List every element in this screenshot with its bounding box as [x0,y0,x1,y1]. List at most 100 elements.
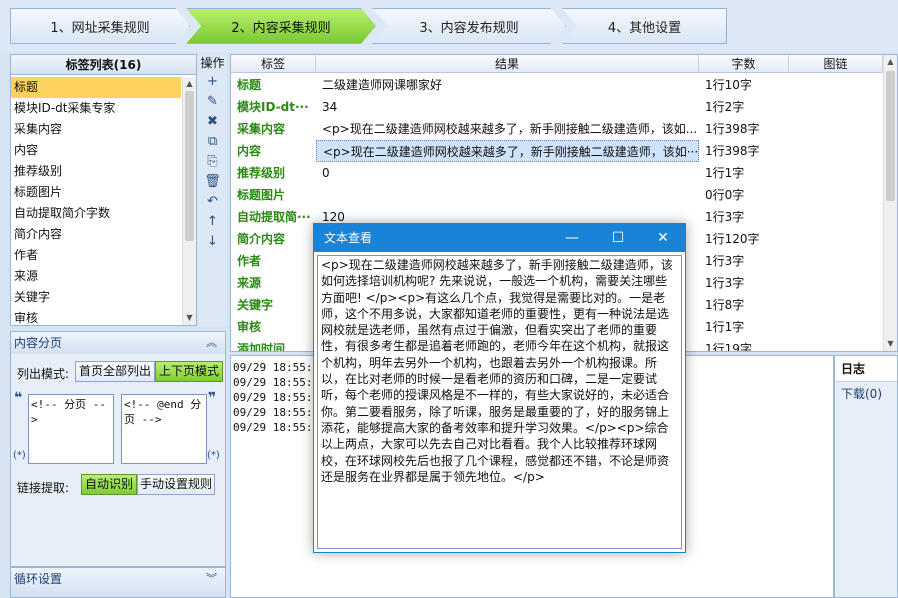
undo-icon[interactable]: ↶ [198,192,227,212]
cell-result[interactable]: 34 [316,96,699,118]
tag-item[interactable]: 来源 [11,266,181,287]
cell-count: 1行398字 [705,122,760,136]
text-content-area[interactable]: <p>现在二级建造师网校越来越多了，新手刚接触二级建造师，该如何选择培训机构呢?… [317,255,682,549]
edit-icon[interactable]: ✎ [198,92,227,112]
cell-result[interactable]: <p>现在二级建造师网校越来越多了，新手刚接触二级建造师，该如··· [316,140,699,162]
tag-item[interactable]: 自动提取简介字数 [11,203,181,224]
move-up-icon[interactable]: ↑ [198,212,227,232]
cell-result[interactable]: <p>现在二级建造师网校越来越多了，新手刚接触二级建造师，该如... [316,118,699,140]
copy-icon[interactable]: ⧉ [198,132,227,152]
tab-content-rule[interactable]: 2、内容采集规则 [186,8,376,44]
tag-item[interactable]: 采集内容 [11,119,181,140]
col-result-header[interactable]: 结果 [316,55,699,73]
tag-item[interactable]: 作者 [11,245,181,266]
scroll-up-icon[interactable]: ▲ [884,55,897,69]
trash-icon[interactable]: 🗑 [198,172,227,192]
download-count[interactable]: 下载(0) [835,382,897,406]
close-icon[interactable]: ✕ [640,224,686,252]
cell-count: 0行0字 [705,188,745,202]
table-row[interactable]: 采集内容 <p>现在二级建造师网校越来越多了，新手刚接触二级建造师，该如... 1行… [231,118,883,140]
table-row[interactable]: 推荐级别 0 1行1字 [231,162,883,184]
cell-count: 1行3字 [705,276,745,290]
scroll-down-icon[interactable]: ▼ [884,337,897,351]
diary-panel: 日志 下载(0) [834,355,898,598]
minimize-icon[interactable]: — [549,224,595,252]
delete-icon[interactable]: ✖ [198,112,227,132]
start-quote-icon: ❝ [14,390,23,406]
mode-prev-next-button[interactable]: 上下页模式 [155,361,223,382]
link-extract-label: 链接提取: [17,481,70,495]
cell-label: 推荐级别 [237,166,286,180]
cell-count: 1行2字 [705,100,745,114]
step-tabs: 1、网址采集规则 2、内容采集规则 3、内容发布规则 4、其他设置 [0,0,898,52]
scroll-up-icon[interactable]: ▲ [183,77,196,91]
scroll-thumb[interactable] [886,71,895,201]
diary-title: 日志 [835,356,897,382]
pagination-title[interactable]: 内容分页 ︽ [11,332,225,354]
operation-title: 操作 [200,56,225,70]
cell-count: 1行19字 [705,342,752,352]
loop-settings-title[interactable]: 循环设置 ︾ [11,568,225,590]
tag-item[interactable]: 审核 [11,308,181,329]
tab-other-settings[interactable]: 4、其他设置 [562,8,727,44]
tag-item[interactable]: 模块ID-dt采集专家 [11,98,181,119]
tag-item[interactable]: 简介内容 [11,224,181,245]
tag-list-title: 标签列表(16) [11,55,196,75]
scroll-thumb[interactable] [185,91,194,241]
loop-settings-panel[interactable]: 循环设置 ︾ [10,567,226,598]
table-row[interactable]: 模块ID-dt··· 34 1行2字 [231,96,883,118]
col-count-header[interactable]: 字数 [699,55,789,73]
tag-item[interactable]: 推荐级别 [11,161,181,182]
auto-detect-button[interactable]: 自动识别 [81,474,137,495]
cell-label: 添加时间 [237,342,286,352]
cell-count: 1行1字 [705,166,745,180]
cell-label: 采集内容 [237,122,286,136]
cell-label: 模块ID-dt··· [237,100,309,114]
end-marker-input[interactable]: <!-- @end 分页 --> [121,394,207,464]
cell-count: 1行1字 [705,320,745,334]
pagination-panel: 内容分页 ︽ 列出模式: 首页全部列出 上下页模式 ❝ <!-- 分页 --> … [10,331,226,567]
cell-label: 标题 [237,78,262,92]
text-viewer-dialog: 文本查看 — ☐ ✕ <p>现在二级建造师网校越来越多了，新手刚接触二级建造师，… [313,223,686,553]
wildcard-icon[interactable]: (*) [13,450,26,461]
cell-label: 作者 [237,254,262,268]
operation-toolbar: 操作 + ✎ ✖ ⧉ ⎘ 🗑 ↶ ↑ ↓ [198,54,227,326]
maximize-icon[interactable]: ☐ [595,224,641,252]
start-marker-input[interactable]: <!-- 分页 --> [28,394,114,464]
expand-icon[interactable]: ︾ [206,568,217,590]
wildcard-icon[interactable]: (*) [207,450,220,461]
tag-list-panel: 标签列表(16) 标题 模块ID-dt采集专家 采集内容 内容 推荐级别 标题图… [10,54,197,326]
cell-result[interactable]: 二级建造师网课哪家好 [316,74,699,96]
cell-count: 1行120字 [705,232,760,246]
col-label-header[interactable]: 标签 [231,55,316,73]
list-mode-label: 列出模式: [17,367,70,381]
tag-list-scrollbar[interactable]: ▲ ▼ [182,77,196,325]
cell-label: 关键字 [237,298,274,312]
tag-item[interactable]: 标题 [11,77,181,98]
mode-all-button[interactable]: 首页全部列出 [75,361,155,382]
manual-rule-button[interactable]: 手动设置规则 [137,474,215,495]
table-header: 标签 结果 字数 图链 [231,55,883,73]
tab-publish-rule[interactable]: 3、内容发布规则 [372,8,566,44]
move-down-icon[interactable]: ↓ [198,232,227,252]
cell-label: 标题图片 [237,188,286,202]
scroll-down-icon[interactable]: ▼ [183,311,196,325]
tag-item[interactable]: 关键字 [11,287,181,308]
col-imglink-header[interactable]: 图链 [789,55,883,73]
dialog-titlebar[interactable]: 文本查看 — ☐ ✕ [314,224,685,252]
table-scrollbar[interactable]: ▲ ▼ [883,55,897,351]
tag-item[interactable]: 内容 [11,140,181,161]
cell-result[interactable] [316,184,699,206]
table-row[interactable]: 内容 <p>现在二级建造师网校越来越多了，新手刚接触二级建造师，该如··· 1行39… [231,140,883,162]
add-icon[interactable]: + [198,72,227,92]
collapse-icon[interactable]: ︽ [206,332,217,354]
table-row[interactable]: 标题 二级建造师网课哪家好 1行10字 [231,74,883,96]
paste-icon[interactable]: ⎘ [198,152,227,172]
cell-label: 简介内容 [237,232,286,246]
tab-url-rule[interactable]: 1、网址采集规则 [10,8,190,44]
dialog-title: 文本查看 [324,231,373,245]
tag-item[interactable]: 标题图片 [11,182,181,203]
cell-label: 审核 [237,320,262,334]
cell-result[interactable]: 0 [316,162,699,184]
table-row[interactable]: 标题图片 0行0字 [231,184,883,206]
